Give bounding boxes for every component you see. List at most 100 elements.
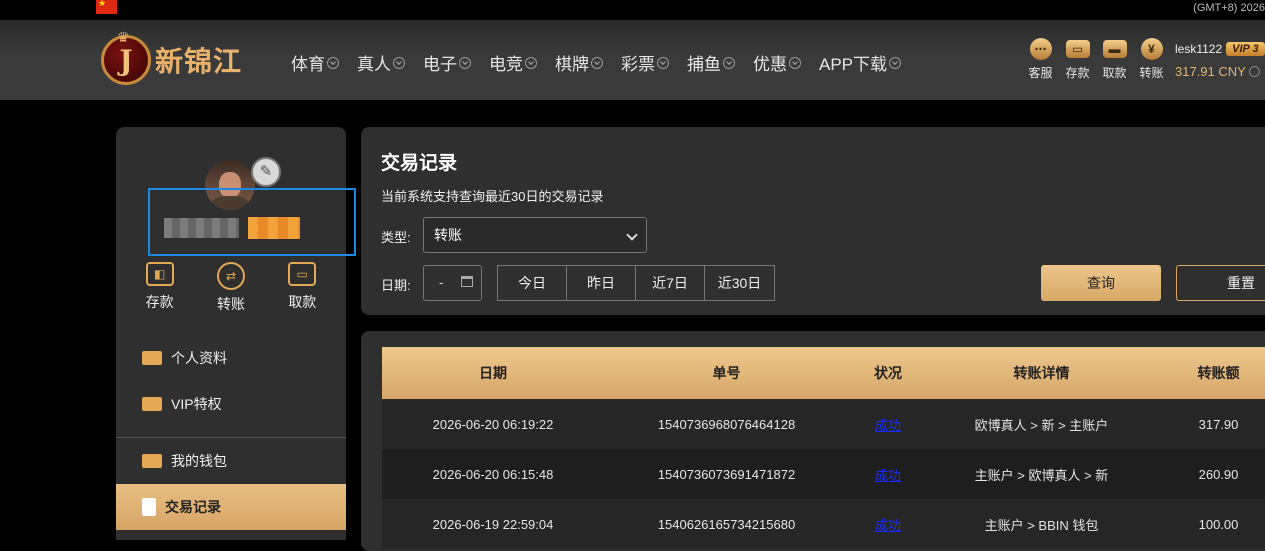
nav-slots[interactable]: 电子	[423, 50, 471, 75]
table-row: 2026-06-20 06:19:22 1540736968076464128 …	[382, 399, 1265, 449]
transfer-icon: ¥	[1140, 38, 1163, 60]
chevron-down-icon	[889, 56, 902, 69]
main-nav: 体育 真人 电子 电竞 棋牌 彩票 捕鱼 优惠 APP下载	[291, 50, 919, 75]
sidebar-item-wallet[interactable]: 我的钱包	[116, 438, 346, 484]
quick-label: 存款	[1065, 66, 1090, 80]
nav-sports[interactable]: 体育	[291, 50, 339, 75]
sidebar-item-label: VIP特权	[171, 396, 222, 412]
nav-esports[interactable]: 电竞	[489, 50, 537, 75]
timezone-label: (GMT+8) 2026	[1193, 2, 1265, 14]
cell-amount: 317.90	[1198, 416, 1239, 432]
header: ♛ J 新锦江 体育 真人 电子 电竞 棋牌 彩票 捕鱼 优惠 APP下载 ⋯ …	[0, 20, 1265, 100]
date-value: -	[439, 275, 444, 290]
transactions-panel: 日期 单号 状况 转账详情 转账额 2026-06-20 06:19:22 15…	[361, 331, 1265, 551]
sidebar-item-label: 交易记录	[165, 499, 221, 515]
action-label: 取款	[288, 294, 317, 310]
nav-label: 彩票	[621, 55, 655, 74]
sidebar-menu: 个人资料 VIP特权 我的钱包 交易记录	[116, 335, 346, 530]
range-today-button[interactable]: 今日	[497, 265, 567, 301]
sidebar-transfer-button[interactable]: ⇄ 转账	[201, 262, 261, 314]
crown-icon: ♛	[117, 29, 130, 45]
brand-name: 新锦江	[155, 45, 243, 78]
col-date: 日期	[479, 365, 507, 381]
chevron-down-icon	[789, 56, 801, 69]
quick-range-buttons: 今日 昨日 近7日 近30日	[497, 265, 775, 301]
sidebar-item-vip[interactable]: VIP特权	[116, 381, 346, 427]
page-subtitle: 当前系统支持查询最近30日的交易记录	[381, 189, 604, 204]
nav-fishing[interactable]: 捕鱼	[687, 50, 735, 75]
table-body: 2026-06-20 06:19:22 1540736968076464128 …	[382, 399, 1265, 549]
chat-icon: ⋯	[1029, 38, 1052, 60]
nav-label: 捕鱼	[687, 55, 721, 74]
col-status: 状况	[874, 365, 902, 381]
id-card-icon	[142, 351, 162, 365]
logo[interactable]: ♛ J 新锦江	[101, 29, 271, 88]
nav-label: 棋牌	[555, 55, 589, 74]
range-30days-button[interactable]: 近30日	[704, 265, 775, 301]
date-label: 日期:	[381, 278, 411, 293]
nav-label: APP下载	[819, 55, 888, 74]
nav-promotions[interactable]: 优惠	[753, 50, 801, 75]
username[interactable]: lesk1122	[1175, 42, 1222, 56]
nav-live[interactable]: 真人	[357, 50, 405, 75]
quick-deposit[interactable]: ▭ 存款	[1059, 38, 1096, 81]
balance-value: 317.91 CNY	[1175, 64, 1246, 79]
cell-amount: 100.00	[1198, 516, 1239, 532]
logo-badge: ♛ J	[101, 29, 151, 85]
cell-order-no: 1540626165734215680	[657, 516, 796, 532]
table-row: 2026-06-20 06:15:48 1540736073691471872 …	[382, 449, 1265, 499]
cell-order-no: 1540736073691471872	[657, 466, 796, 482]
wallet-icon: ◧	[145, 262, 174, 286]
nav-lottery[interactable]: 彩票	[621, 50, 669, 75]
vip-badge[interactable]: VIP 3	[1226, 42, 1265, 56]
action-label: 转账	[216, 296, 245, 312]
search-button[interactable]: 查询	[1041, 265, 1161, 301]
nav-label: 电子	[423, 55, 457, 74]
quick-label: 客服	[1028, 66, 1053, 80]
cell-date: 2026-06-20 06:19:22	[432, 416, 554, 432]
filter-panel: 交易记录 当前系统支持查询最近30日的交易记录 类型: 转账 日期: - 今日 …	[361, 127, 1265, 315]
cell-detail: 主账户 > BBIN 钱包	[984, 517, 1099, 533]
quick-support[interactable]: ⋯ 客服	[1022, 38, 1059, 81]
date-range-input[interactable]: -	[423, 265, 482, 301]
nav-label: 电竞	[489, 55, 523, 74]
range-7days-button[interactable]: 近7日	[635, 265, 705, 301]
nav-app-download[interactable]: APP下载	[819, 50, 902, 75]
edit-profile-icon[interactable]: ✎	[251, 157, 281, 187]
sidebar-item-profile[interactable]: 个人资料	[116, 335, 346, 381]
transfer-icon: ⇄	[216, 262, 245, 290]
chevron-down-icon	[626, 229, 638, 241]
wallet-icon: ▭	[1065, 40, 1090, 58]
range-yesterday-button[interactable]: 昨日	[566, 265, 636, 301]
chevron-down-icon	[591, 56, 603, 69]
sidebar-actions: ◧ 存款 ⇄ 转账 ▭ 取款	[116, 262, 346, 314]
calendar-icon	[461, 276, 473, 287]
reset-button[interactable]: 重置	[1176, 265, 1265, 301]
logo-letter: J	[119, 43, 133, 77]
cell-detail: 主账户 > 欧博真人 > 新	[974, 467, 1109, 483]
cell-date: 2026-06-20 06:15:48	[432, 466, 554, 482]
sidebar-withdraw-button[interactable]: ▭ 取款	[272, 262, 332, 314]
quick-actions: ⋯ 客服 ▭ 存款 ▬ 取款 ¥ 转账	[1022, 38, 1170, 81]
document-icon	[142, 498, 156, 516]
type-select[interactable]: 转账	[423, 217, 647, 253]
type-label: 类型:	[381, 230, 411, 245]
status-link[interactable]: 成功	[875, 468, 901, 483]
cell-order-no: 1540736968076464128	[657, 416, 796, 432]
china-flag-icon[interactable]: ★	[96, 0, 117, 14]
action-label: 存款	[145, 294, 174, 310]
nav-cards[interactable]: 棋牌	[555, 50, 603, 75]
sidebar-item-transactions[interactable]: 交易记录	[116, 484, 346, 530]
quick-withdraw[interactable]: ▬ 取款	[1096, 38, 1133, 81]
sidebar-deposit-button[interactable]: ◧ 存款	[130, 262, 190, 314]
table-row: 2026-06-19 22:59:04 1540626165734215680 …	[382, 499, 1265, 549]
type-select-value: 转账	[434, 227, 462, 243]
cell-detail: 欧博真人 > 新 > 主账户	[974, 417, 1109, 433]
refresh-icon[interactable]	[1248, 66, 1260, 77]
chevron-down-icon	[525, 56, 537, 69]
status-link[interactable]: 成功	[875, 418, 901, 433]
quick-transfer[interactable]: ¥ 转账	[1133, 38, 1170, 81]
page-title: 交易记录	[381, 153, 458, 174]
chevron-down-icon	[459, 56, 471, 69]
status-link[interactable]: 成功	[875, 518, 901, 533]
